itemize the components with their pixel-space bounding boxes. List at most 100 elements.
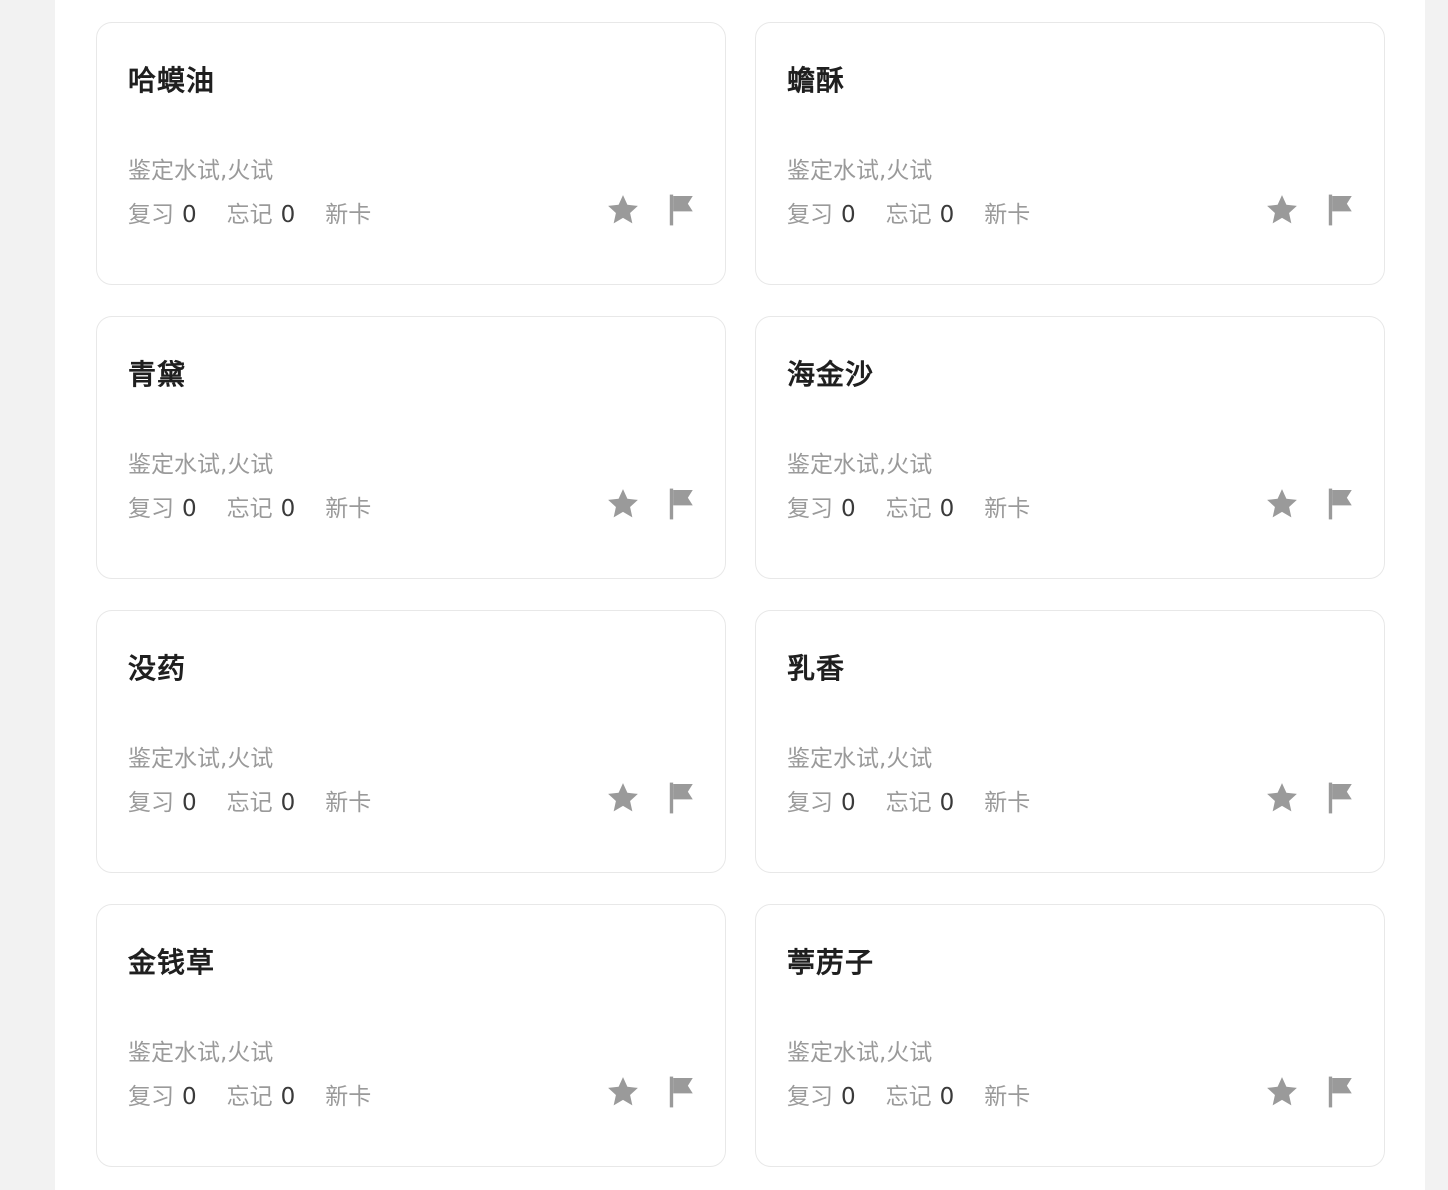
flashcard[interactable]: 哈蟆油 鉴定水试,火试 复习 0 忘记 0 新卡 xyxy=(96,22,726,285)
card-title: 青黛 xyxy=(128,358,187,391)
card-status: 新卡 xyxy=(984,1084,1031,1110)
review-stat: 复习 0 xyxy=(787,783,856,817)
card-stats: 复习 0 忘记 0 新卡 xyxy=(787,1077,1060,1111)
card-tags: 鉴定水试,火试 xyxy=(128,452,274,478)
card-title: 乳香 xyxy=(787,652,846,685)
card-stats: 复习 0 忘记 0 新卡 xyxy=(787,195,1060,229)
review-label: 复习 xyxy=(128,790,174,816)
forget-stat: 忘记 0 xyxy=(886,195,955,229)
forget-label: 忘记 xyxy=(226,790,273,816)
review-label: 复习 xyxy=(128,496,174,522)
flag-icon[interactable] xyxy=(1326,781,1354,815)
card-title: 没药 xyxy=(128,652,187,685)
review-stat: 复习 0 xyxy=(128,1077,197,1111)
card-stats: 复习 0 忘记 0 新卡 xyxy=(128,489,401,523)
forget-label: 忘记 xyxy=(885,202,932,228)
review-count: 0 xyxy=(841,790,856,816)
review-count: 0 xyxy=(841,1084,856,1110)
review-label: 复习 xyxy=(787,496,833,522)
card-title: 葶苈子 xyxy=(787,946,875,979)
star-icon[interactable] xyxy=(1265,487,1299,521)
flashcard[interactable]: 青黛 鉴定水试,火试 复习 0 忘记 0 新卡 xyxy=(96,316,726,579)
card-title: 蟾酥 xyxy=(787,64,846,97)
card-title: 海金沙 xyxy=(787,358,875,391)
card-status: 新卡 xyxy=(984,496,1031,522)
card-status: 新卡 xyxy=(325,496,372,522)
forget-count: 0 xyxy=(939,202,955,228)
review-label: 复习 xyxy=(128,1084,174,1110)
card-tags: 鉴定水试,火试 xyxy=(128,158,274,184)
star-icon[interactable] xyxy=(606,193,640,227)
review-count: 0 xyxy=(182,790,197,816)
forget-label: 忘记 xyxy=(885,496,932,522)
card-grid: 哈蟆油 鉴定水试,火试 复习 0 忘记 0 新卡 蟾酥 鉴定水试,火试 复习 0 忘记… xyxy=(96,22,1385,1167)
flashcard[interactable]: 葶苈子 鉴定水试,火试 复习 0 忘记 0 新卡 xyxy=(755,904,1385,1167)
forget-stat: 忘记 0 xyxy=(227,1077,296,1111)
review-stat: 复习 0 xyxy=(787,1077,856,1111)
card-tags: 鉴定水试,火试 xyxy=(787,158,933,184)
card-title: 哈蟆油 xyxy=(128,64,216,97)
star-icon[interactable] xyxy=(1265,1075,1299,1109)
flag-icon[interactable] xyxy=(1326,193,1354,227)
review-stat: 复习 0 xyxy=(128,195,197,229)
forget-label: 忘记 xyxy=(885,1084,932,1110)
review-stat: 复习 0 xyxy=(787,195,856,229)
flashcard[interactable]: 金钱草 鉴定水试,火试 复习 0 忘记 0 新卡 xyxy=(96,904,726,1167)
flag-icon[interactable] xyxy=(667,487,695,521)
forget-label: 忘记 xyxy=(226,1084,273,1110)
review-stat: 复习 0 xyxy=(787,489,856,523)
card-status: 新卡 xyxy=(984,202,1031,228)
card-stats: 复习 0 忘记 0 新卡 xyxy=(787,783,1060,817)
forget-count: 0 xyxy=(280,790,296,816)
card-stats: 复习 0 忘记 0 新卡 xyxy=(128,1077,401,1111)
forget-stat: 忘记 0 xyxy=(886,783,955,817)
card-stats: 复习 0 忘记 0 新卡 xyxy=(128,783,401,817)
flag-icon[interactable] xyxy=(667,1075,695,1109)
forget-count: 0 xyxy=(939,1084,955,1110)
review-label: 复习 xyxy=(787,202,833,228)
forget-label: 忘记 xyxy=(226,496,273,522)
forget-count: 0 xyxy=(280,496,296,522)
forget-count: 0 xyxy=(939,790,955,816)
card-title: 金钱草 xyxy=(128,946,216,979)
card-status: 新卡 xyxy=(325,202,372,228)
flashcard[interactable]: 海金沙 鉴定水试,火试 复习 0 忘记 0 新卡 xyxy=(755,316,1385,579)
card-status: 新卡 xyxy=(984,790,1031,816)
card-status: 新卡 xyxy=(325,1084,372,1110)
flashcard[interactable]: 没药 鉴定水试,火试 复习 0 忘记 0 新卡 xyxy=(96,610,726,873)
card-tags: 鉴定水试,火试 xyxy=(787,1040,933,1066)
forget-stat: 忘记 0 xyxy=(227,783,296,817)
forget-label: 忘记 xyxy=(885,790,932,816)
review-stat: 复习 0 xyxy=(128,489,197,523)
star-icon[interactable] xyxy=(606,781,640,815)
forget-stat: 忘记 0 xyxy=(227,489,296,523)
flag-icon[interactable] xyxy=(667,193,695,227)
card-stats: 复习 0 忘记 0 新卡 xyxy=(787,489,1060,523)
forget-count: 0 xyxy=(280,1084,296,1110)
review-label: 复习 xyxy=(787,1084,833,1110)
star-icon[interactable] xyxy=(606,487,640,521)
review-count: 0 xyxy=(182,496,197,522)
card-status: 新卡 xyxy=(325,790,372,816)
star-icon[interactable] xyxy=(606,1075,640,1109)
forget-stat: 忘记 0 xyxy=(227,195,296,229)
card-tags: 鉴定水试,火试 xyxy=(787,452,933,478)
flashcard[interactable]: 蟾酥 鉴定水试,火试 复习 0 忘记 0 新卡 xyxy=(755,22,1385,285)
review-count: 0 xyxy=(182,1084,197,1110)
forget-label: 忘记 xyxy=(226,202,273,228)
forget-stat: 忘记 0 xyxy=(886,489,955,523)
flag-icon[interactable] xyxy=(1326,1075,1354,1109)
flag-icon[interactable] xyxy=(667,781,695,815)
review-count: 0 xyxy=(841,202,856,228)
star-icon[interactable] xyxy=(1265,193,1299,227)
card-tags: 鉴定水试,火试 xyxy=(128,1040,274,1066)
flashcard[interactable]: 乳香 鉴定水试,火试 复习 0 忘记 0 新卡 xyxy=(755,610,1385,873)
card-tags: 鉴定水试,火试 xyxy=(787,746,933,772)
star-icon[interactable] xyxy=(1265,781,1299,815)
forget-count: 0 xyxy=(939,496,955,522)
card-tags: 鉴定水试,火试 xyxy=(128,746,274,772)
review-count: 0 xyxy=(841,496,856,522)
review-label: 复习 xyxy=(128,202,174,228)
flag-icon[interactable] xyxy=(1326,487,1354,521)
review-label: 复习 xyxy=(787,790,833,816)
